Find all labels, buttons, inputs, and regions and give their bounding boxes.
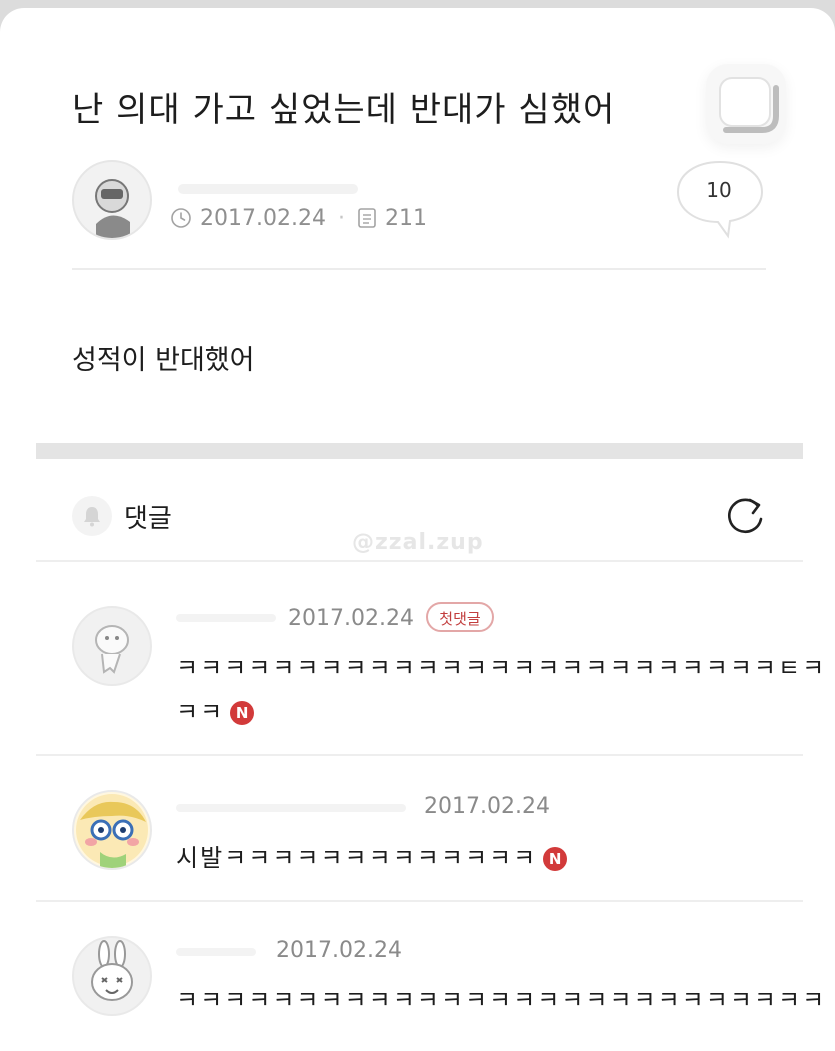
scrap-icon xyxy=(719,77,779,133)
new-badge: N xyxy=(543,847,568,871)
comment-avatar[interactable] xyxy=(72,606,152,686)
comments-header: 댓글 xyxy=(72,494,172,538)
section-separator xyxy=(36,443,803,459)
comment-count: 10 xyxy=(706,178,732,202)
comment-count-button[interactable]: 10 xyxy=(676,160,766,240)
scrap-button[interactable] xyxy=(706,64,786,144)
comment-divider xyxy=(36,900,803,902)
post-title: 난 의대 가고 싶었는데 반대가 심했어 xyxy=(72,90,616,130)
author-avatar-icon xyxy=(95,179,130,238)
avatar-character-icon xyxy=(76,794,148,868)
comment-text-row: 시발ㅋㅋㅋㅋㅋㅋㅋㅋㅋㅋㅋㅋㅋ N xyxy=(176,838,568,873)
comment-divider xyxy=(36,754,803,756)
post-body: 성적이 반대했어 xyxy=(72,345,255,376)
bell-button[interactable] xyxy=(72,496,112,536)
comments-label: 댓글 xyxy=(124,503,172,534)
bell-icon xyxy=(84,507,100,527)
author-avatar[interactable] xyxy=(72,160,152,240)
view-count: 211 xyxy=(384,205,427,231)
new-badge: N xyxy=(230,701,255,725)
watermark: @zzal.zup xyxy=(352,530,484,555)
comment-avatar[interactable] xyxy=(72,936,152,1016)
comment-text: ㅋㅋㅋㅋㅋㅋㅋㅋㅋㅋㅋㅋㅋㅋㅋㅋㅋㅋㅋㅋㅋㅋㅋㅋㅋㅌㅋ xyxy=(176,654,827,682)
comment-date: 2017.02.24 xyxy=(288,606,414,631)
comment-text-line2: ㅋㅋ xyxy=(176,698,225,726)
clock-icon xyxy=(171,208,191,228)
refresh-icon[interactable] xyxy=(722,494,768,540)
comment-date: 2017.02.24 xyxy=(276,938,402,963)
comment-author-redacted xyxy=(176,948,256,956)
comments-divider xyxy=(36,560,803,562)
header-divider xyxy=(72,268,766,270)
comment-text: ㅋㅋㅋㅋㅋㅋㅋㅋㅋㅋㅋㅋㅋㅋㅋㅋㅋㅋㅋㅋㅋㅋㅋㅋㅋㅋㅋ xyxy=(176,986,827,1014)
comment-avatar[interactable] xyxy=(72,790,152,870)
first-comment-badge: 첫댓글 xyxy=(426,602,494,632)
avatar-bunny-icon xyxy=(91,940,133,1001)
comment-author-redacted xyxy=(176,804,406,812)
comment-text-continued: ㅋㅋ N xyxy=(176,692,255,727)
avatar-character-icon xyxy=(95,625,129,674)
post-card: 난 의대 가고 싶었는데 반대가 심했어 2017.02.24 · 211 10… xyxy=(0,8,835,1051)
comment-author-redacted xyxy=(176,614,276,622)
comment-date: 2017.02.24 xyxy=(424,794,550,819)
document-icon xyxy=(358,208,376,228)
meta-separator: · xyxy=(337,205,345,231)
author-name-redacted xyxy=(178,184,358,194)
comment-text: 시발ㅋㅋㅋㅋㅋㅋㅋㅋㅋㅋㅋㅋㅋ xyxy=(176,844,538,872)
post-meta: 2017.02.24 · 211 xyxy=(170,204,427,232)
post-date: 2017.02.24 xyxy=(200,205,326,231)
